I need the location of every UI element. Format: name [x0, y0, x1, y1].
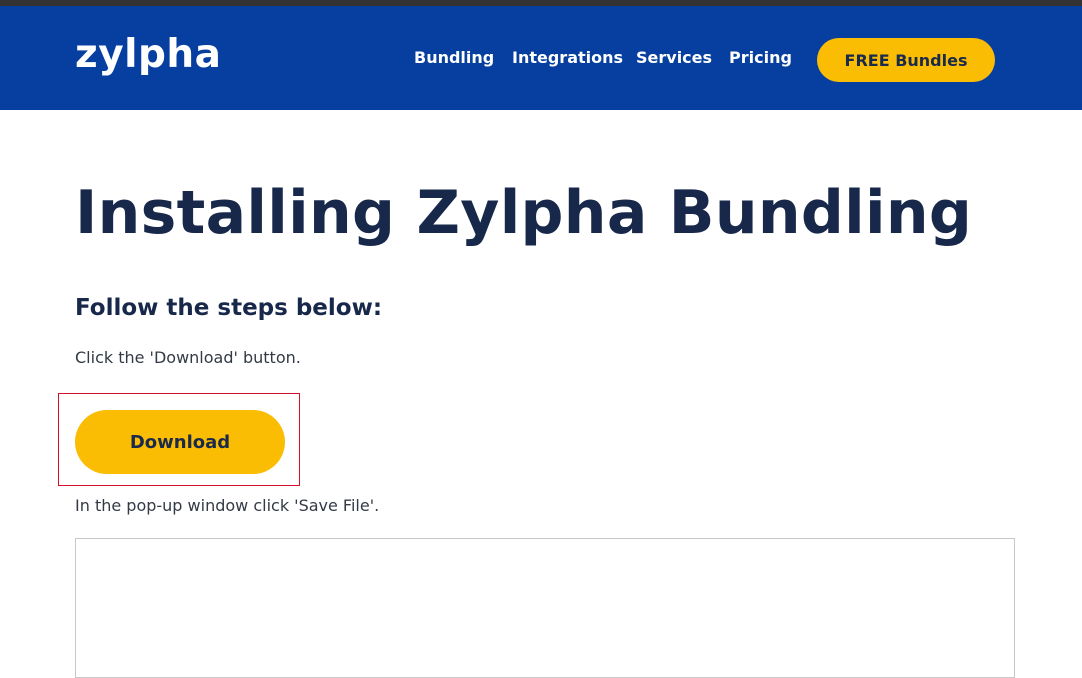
nav-link-services[interactable]: Services [636, 48, 712, 67]
logo[interactable]: zylpha [75, 32, 222, 77]
nav-link-bundling[interactable]: Bundling [414, 48, 494, 67]
free-bundles-button[interactable]: FREE Bundles [817, 38, 995, 82]
step-1-text: Click the 'Download' button. [75, 348, 301, 367]
nav-link-pricing[interactable]: Pricing [729, 48, 792, 67]
download-button[interactable]: Download [75, 410, 285, 474]
step-2-text: In the pop-up window click 'Save File'. [75, 496, 380, 515]
instruction-image-frame [75, 538, 1015, 678]
site-header: zylpha Bundling Integrations Services Pr… [0, 6, 1082, 110]
steps-heading: Follow the steps below: [75, 295, 383, 321]
nav-link-integrations[interactable]: Integrations [512, 48, 623, 67]
page-title: Installing Zylpha Bundling [75, 178, 973, 248]
